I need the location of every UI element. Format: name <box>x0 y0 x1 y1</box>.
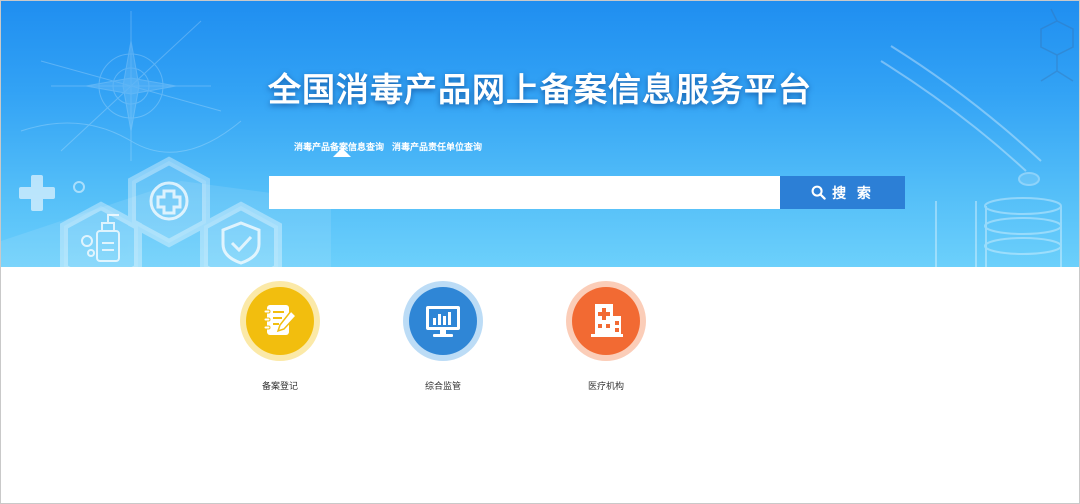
search-input[interactable] <box>269 176 780 209</box>
service-filing-registration[interactable]: 备案登记 <box>235 281 325 392</box>
search-type-tabs: 消毒产品备案信息查询 消毒产品责任单位查询 <box>294 140 482 153</box>
service-icon-ring <box>403 281 483 361</box>
search-button-label: 搜 索 <box>832 185 874 202</box>
service-icon-disc <box>246 287 314 355</box>
site-title: 全国消毒产品网上备案信息服务平台 <box>268 70 812 109</box>
monitor-chart-icon <box>426 306 460 337</box>
service-entries: 备案登记 综合监管 医疗机构 <box>1 281 1079 401</box>
service-label: 综合监管 <box>424 382 461 392</box>
service-icon-disc <box>572 287 640 355</box>
hospital-building-icon <box>591 304 623 337</box>
service-icon-ring <box>566 281 646 361</box>
search-button[interactable]: 搜 索 <box>780 176 905 209</box>
service-label: 医疗机构 <box>587 382 624 392</box>
service-comprehensive-supervision[interactable]: 综合监管 <box>398 281 488 392</box>
search-bar: 搜 索 <box>269 176 905 209</box>
service-label: 备案登记 <box>261 382 298 392</box>
tab-responsible-unit-query[interactable]: 消毒产品责任单位查询 <box>392 140 482 153</box>
page-frame: 全国消毒产品网上备案信息服务平台 消毒产品备案信息查询 消毒产品责任单位查询 搜… <box>0 0 1080 504</box>
service-icon-disc <box>409 287 477 355</box>
plus-decoration-icon <box>19 175 55 211</box>
header-banner: 全国消毒产品网上备案信息服务平台 消毒产品备案信息查询 消毒产品责任单位查询 搜… <box>1 1 1079 267</box>
service-medical-institutions[interactable]: 医疗机构 <box>561 281 651 392</box>
banner-decoration <box>1 8 1074 267</box>
service-icon-ring <box>240 281 320 361</box>
active-tab-indicator-icon <box>333 148 351 157</box>
register-notebook-icon <box>263 305 298 335</box>
search-icon <box>811 185 826 200</box>
